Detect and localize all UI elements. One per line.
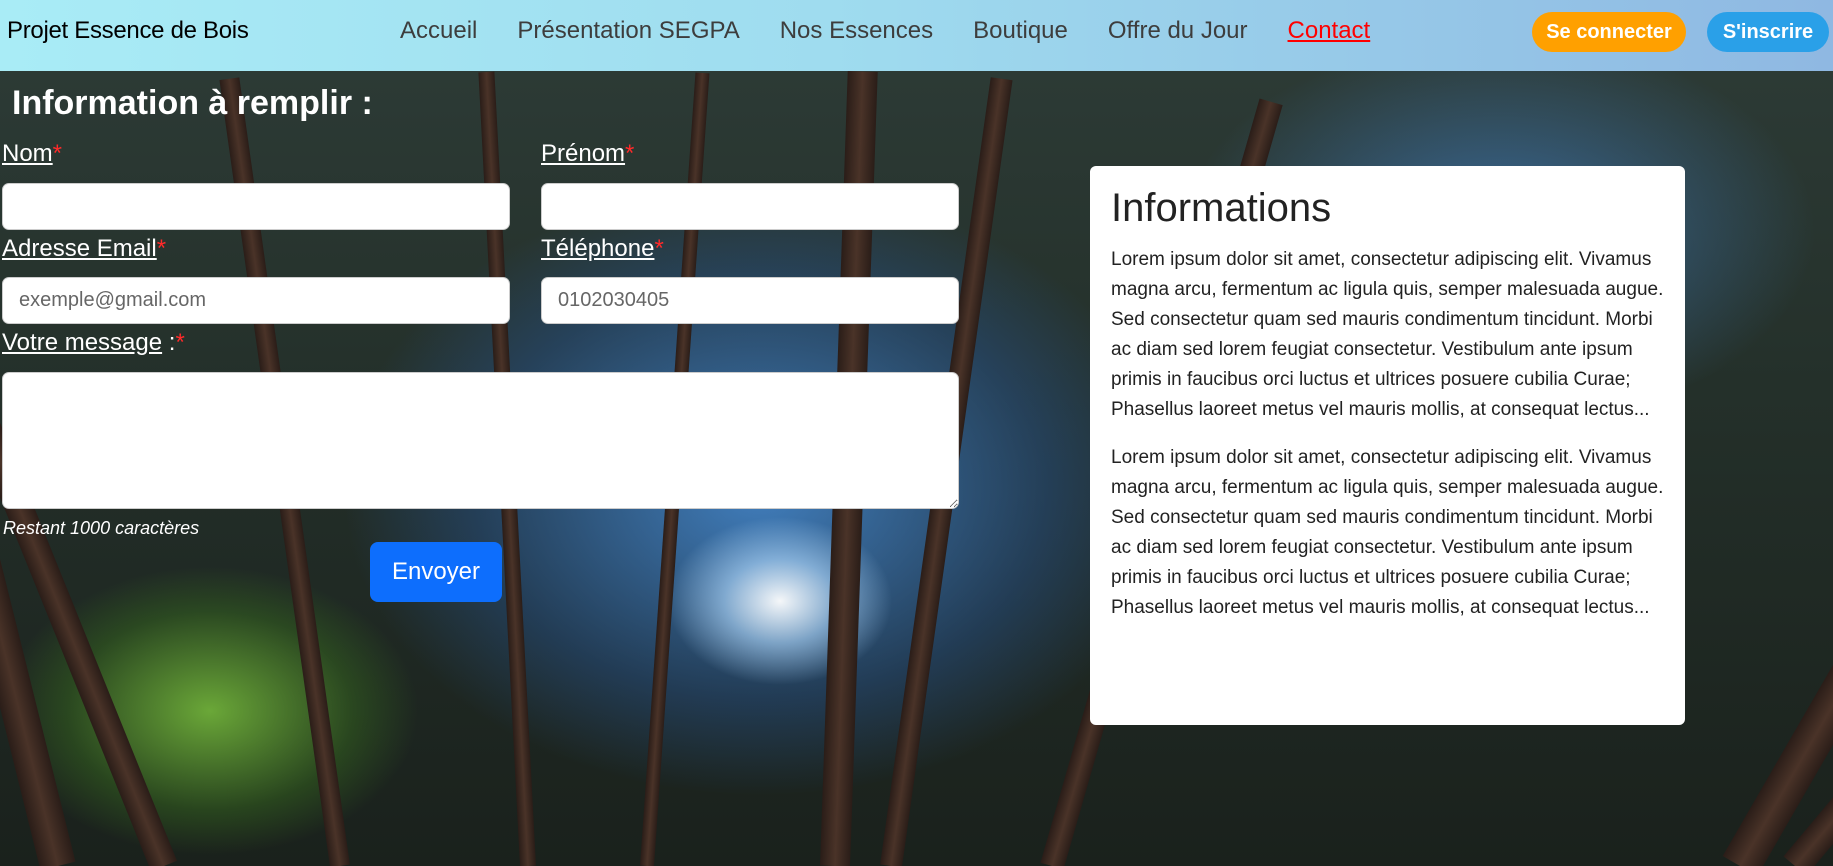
nav-link-nos-essences[interactable]: Nos Essences (780, 17, 933, 45)
nav-link-boutique[interactable]: Boutique (973, 17, 1068, 45)
remaining-characters: Restant 1000 caractères (3, 518, 200, 538)
main-nav: Accueil Présentation SEGPA Nos Essences … (400, 17, 1410, 45)
info-title: Informations (1111, 186, 1332, 230)
nav-link-offre-du-jour[interactable]: Offre du Jour (1108, 17, 1248, 45)
nav-link-presentation-segpa[interactable]: Présentation SEGPA (517, 17, 739, 45)
required-mark: * (175, 329, 185, 356)
login-button[interactable]: Se connecter (1532, 12, 1686, 52)
email-input[interactable] (2, 277, 510, 324)
info-paragraph: Lorem ipsum dolor sit amet, consectetur … (1111, 249, 1664, 420)
info-paragraph: Lorem ipsum dolor sit amet, consectetur … (1111, 447, 1664, 618)
required-mark: * (52, 140, 63, 167)
prenom-label: Prénom* (541, 140, 635, 167)
email-label: Adresse Email* (2, 235, 167, 262)
top-navbar: Projet Essence de Bois Accueil Présentat… (0, 0, 1833, 71)
form-title: Information à remplir : (12, 84, 373, 122)
nav-link-accueil[interactable]: Accueil (400, 17, 477, 45)
telephone-label: Téléphone* (541, 235, 664, 262)
telephone-input[interactable] (541, 277, 959, 324)
required-mark: * (156, 235, 167, 262)
signup-button[interactable]: S'inscrire (1707, 12, 1829, 52)
required-mark: * (654, 235, 664, 262)
submit-button[interactable]: Envoyer (370, 542, 502, 602)
required-mark: * (625, 140, 635, 167)
nav-link-contact[interactable]: Contact (1288, 17, 1371, 45)
nom-input[interactable] (2, 183, 510, 230)
site-brand[interactable]: Projet Essence de Bois (7, 17, 249, 45)
message-label: Votre message :* (2, 329, 185, 356)
nom-label: Nom* (2, 140, 63, 167)
info-panel: Informations Lorem ipsum dolor sit amet,… (1090, 166, 1685, 725)
message-textarea[interactable] (2, 372, 959, 509)
prenom-input[interactable] (541, 183, 959, 230)
